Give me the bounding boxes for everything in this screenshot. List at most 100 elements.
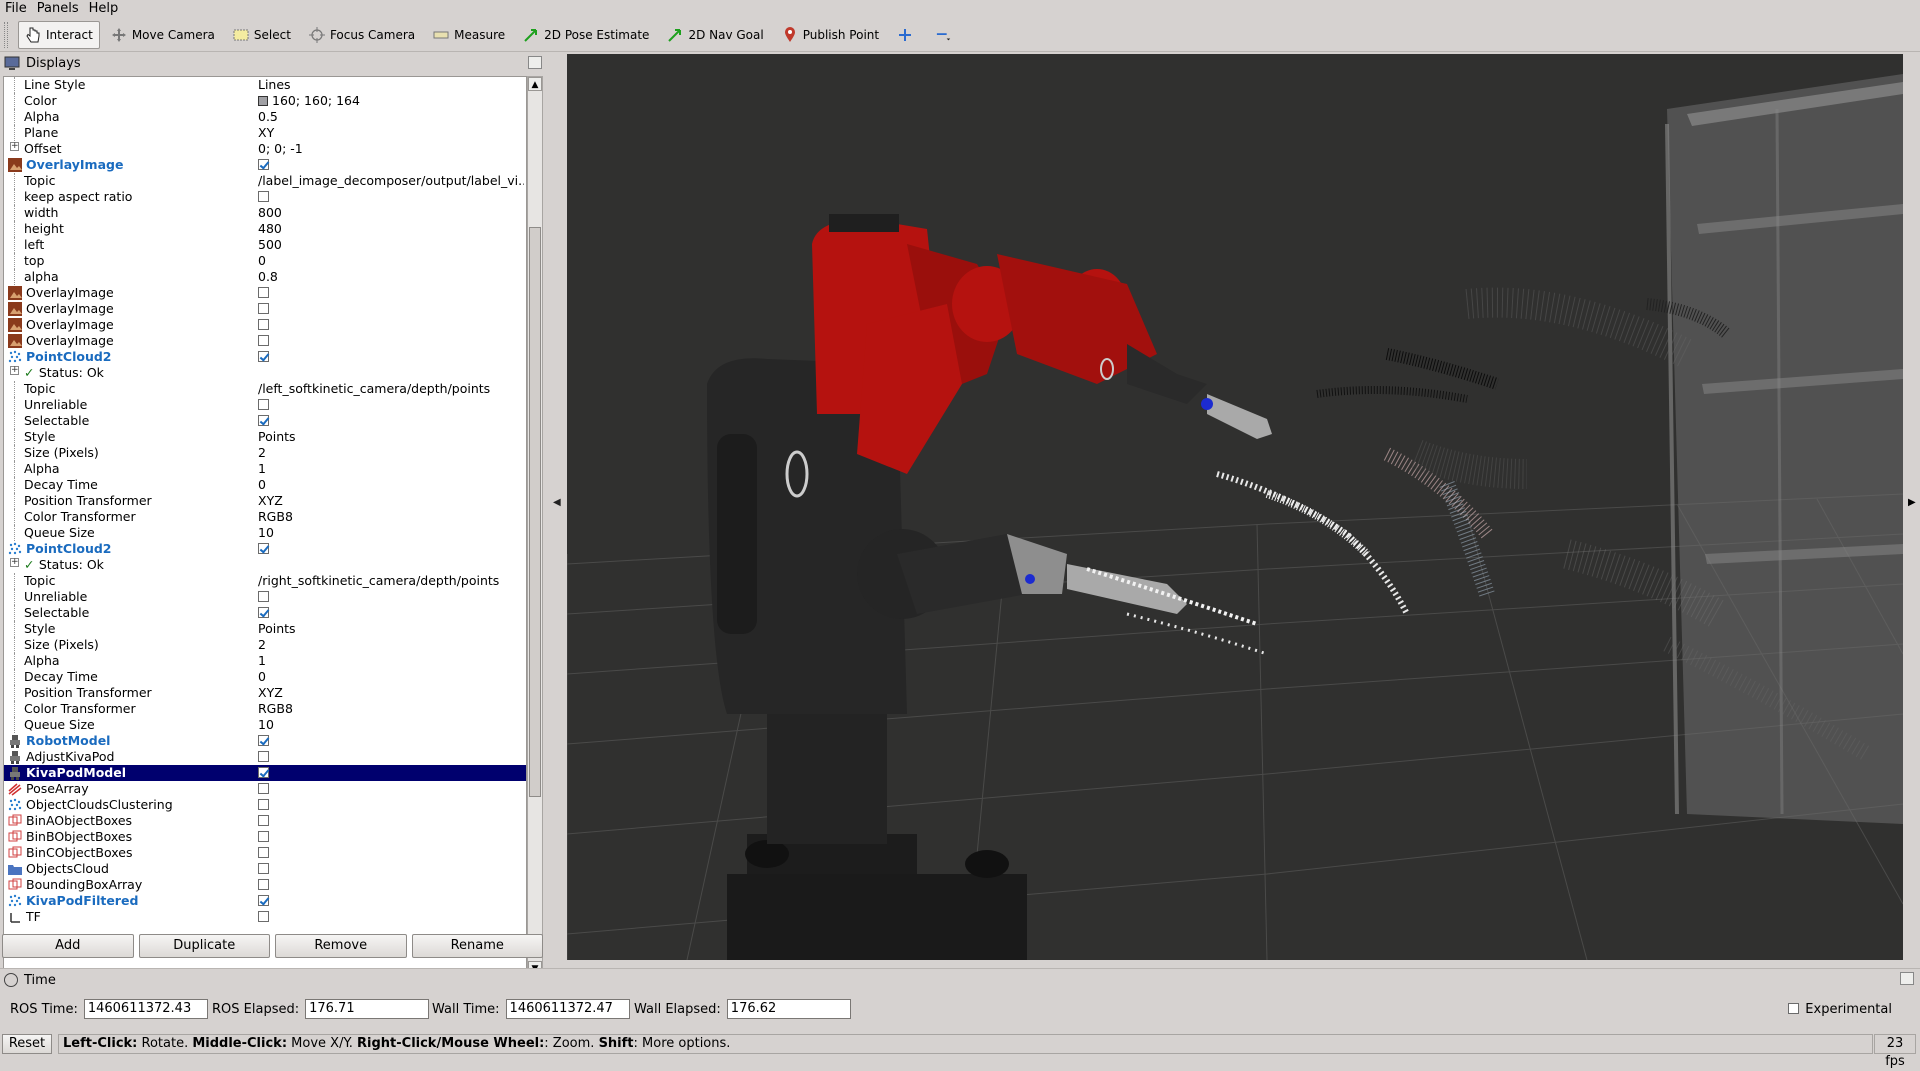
display-item[interactable]: PointCloud2 <box>4 349 526 365</box>
row-value-cell[interactable] <box>258 797 524 813</box>
row-value-cell[interactable]: 0.5 <box>258 109 524 125</box>
property-row[interactable]: Topic/label_image_decomposer/output/labe… <box>4 173 526 189</box>
property-row[interactable]: Color Transformer RGB8 <box>4 701 526 717</box>
property-row[interactable]: Size (Pixels) 2 <box>4 445 526 461</box>
enable-checkbox[interactable] <box>258 335 269 346</box>
remove-display-button[interactable]: Remove <box>275 934 407 958</box>
property-row[interactable]: left 500 <box>4 237 526 253</box>
row-value-cell[interactable] <box>258 413 524 429</box>
measure-tool-button[interactable]: Measure <box>426 21 512 49</box>
property-row[interactable]: Alpha 1 <box>4 461 526 477</box>
row-value-cell[interactable]: 10 <box>258 525 524 541</box>
reset-button[interactable]: Reset <box>2 1034 52 1054</box>
row-value-cell[interactable] <box>258 157 524 173</box>
property-row[interactable]: Size (Pixels) 2 <box>4 637 526 653</box>
row-value-cell[interactable] <box>258 589 524 605</box>
rename-display-button[interactable]: Rename <box>411 934 543 958</box>
row-value-cell[interactable]: 1 <box>258 461 524 477</box>
enable-checkbox[interactable] <box>258 543 269 554</box>
row-value-cell[interactable] <box>258 861 524 877</box>
expand-icon[interactable]: + <box>10 142 19 151</box>
row-value-cell[interactable] <box>258 781 524 797</box>
expand-icon[interactable]: + <box>10 558 19 567</box>
row-value-cell[interactable]: XYZ <box>258 493 524 509</box>
enable-checkbox[interactable] <box>258 591 269 602</box>
row-value-cell[interactable] <box>258 733 524 749</box>
row-value-cell[interactable]: 480 <box>258 221 524 237</box>
display-item[interactable]: AdjustKivaPod <box>4 749 526 765</box>
row-value-cell[interactable] <box>258 605 524 621</box>
display-item[interactable]: OverlayImage <box>4 317 526 333</box>
focus-camera-tool-button[interactable]: Focus Camera <box>302 21 422 49</box>
ros-elapsed-field[interactable]: 176.71 <box>305 999 430 1019</box>
property-row[interactable]: Style Points <box>4 429 526 445</box>
time-float-button[interactable] <box>1900 972 1914 985</box>
row-value-cell[interactable]: 1 <box>258 653 524 669</box>
property-row[interactable]: Topic/right_softkinetic_camera/depth/poi… <box>4 573 526 589</box>
row-value-cell[interactable]: 0 <box>258 477 524 493</box>
row-value-cell[interactable] <box>258 893 524 909</box>
display-item[interactable]: BinCObjectBoxes <box>4 845 526 861</box>
display-item[interactable]: BinBObjectBoxes <box>4 829 526 845</box>
property-row[interactable]: Queue Size 10 <box>4 717 526 733</box>
display-item[interactable]: PoseArray <box>4 781 526 797</box>
collapse-left-arrow-icon[interactable]: ◀ <box>553 497 561 508</box>
enable-checkbox[interactable] <box>258 735 269 746</box>
experimental-checkbox[interactable] <box>1788 1003 1800 1014</box>
property-row[interactable]: top 0 <box>4 253 526 269</box>
duplicate-display-button[interactable]: Duplicate <box>138 934 270 958</box>
menu-help[interactable]: Help <box>84 0 124 19</box>
experimental-toggle[interactable]: Experimental <box>1788 1002 1892 1017</box>
display-item[interactable]: KivaPodFiltered <box>4 893 526 909</box>
row-value-cell[interactable]: 2 <box>258 445 524 461</box>
display-item[interactable]: RobotModel <box>4 733 526 749</box>
property-row[interactable]: alpha 0.8 <box>4 269 526 285</box>
row-value-cell[interactable] <box>258 365 524 381</box>
row-value-cell[interactable]: 800 <box>258 205 524 221</box>
display-item[interactable]: BoundingBoxArray <box>4 877 526 893</box>
publish-point-tool-button[interactable]: Publish Point <box>775 21 886 49</box>
property-row[interactable]: Selectable <box>4 605 526 621</box>
expand-icon[interactable]: + <box>10 366 19 375</box>
row-value-cell[interactable]: XY <box>258 125 524 141</box>
wall-time-field[interactable]: 1460611372.47 <box>505 999 630 1019</box>
enable-checkbox[interactable] <box>258 399 269 410</box>
enable-checkbox[interactable] <box>258 415 269 426</box>
pose-estimate-tool-button[interactable]: 2D Pose Estimate <box>516 21 656 49</box>
display-item[interactable]: KivaPodModel <box>4 765 526 781</box>
row-value-cell[interactable] <box>258 813 524 829</box>
interact-tool-button[interactable]: Interact <box>18 21 100 49</box>
enable-checkbox[interactable] <box>258 287 269 298</box>
displays-float-button[interactable] <box>528 56 542 69</box>
move-camera-tool-button[interactable]: Move Camera <box>104 21 222 49</box>
row-value-cell[interactable] <box>258 397 524 413</box>
row-value-cell[interactable]: RGB8 <box>258 509 524 525</box>
row-value-cell[interactable] <box>258 285 524 301</box>
property-row[interactable]: Color 160; 160; 164 <box>4 93 526 109</box>
property-row[interactable]: height 480 <box>4 221 526 237</box>
menu-panels[interactable]: Panels <box>32 0 84 19</box>
row-value-cell[interactable]: 500 <box>258 237 524 253</box>
display-item[interactable]: OverlayImage <box>4 285 526 301</box>
property-row[interactable]: Plane XY <box>4 125 526 141</box>
row-value-cell[interactable] <box>258 749 524 765</box>
property-row[interactable]: Selectable <box>4 413 526 429</box>
property-row[interactable]: Queue Size 10 <box>4 525 526 541</box>
scrollbar-thumb[interactable] <box>529 227 541 797</box>
property-row[interactable]: Line Style Lines <box>4 77 526 93</box>
toolbar-grip[interactable] <box>4 22 8 48</box>
row-value-cell[interactable]: /right_softkinetic_camera/depth/points <box>258 573 524 589</box>
row-value-cell[interactable] <box>258 301 524 317</box>
wall-elapsed-field[interactable]: 176.62 <box>726 999 851 1019</box>
left-splitter[interactable]: ◀ <box>548 52 564 960</box>
property-row[interactable]: + ✓ Status: Ok <box>4 557 526 573</box>
property-row[interactable]: Alpha 0.5 <box>4 109 526 125</box>
row-value-cell[interactable]: 0 <box>258 253 524 269</box>
row-value-cell[interactable]: 2 <box>258 637 524 653</box>
enable-checkbox[interactable] <box>258 607 269 618</box>
row-value-cell[interactable]: 0.8 <box>258 269 524 285</box>
nav-goal-tool-button[interactable]: 2D Nav Goal <box>660 21 770 49</box>
enable-checkbox[interactable] <box>258 319 269 330</box>
row-value-cell[interactable] <box>258 557 524 573</box>
row-value-cell[interactable]: /left_softkinetic_camera/depth/points <box>258 381 524 397</box>
